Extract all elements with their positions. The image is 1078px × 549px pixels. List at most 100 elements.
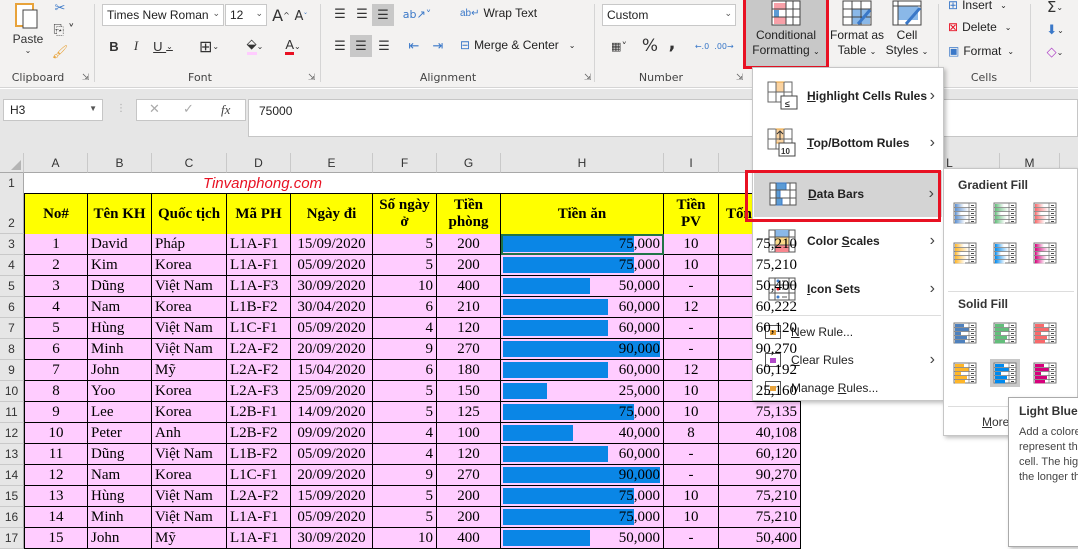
grow-font-button[interactable]: A ^: [272, 5, 290, 25]
table-cell[interactable]: 2: [24, 255, 88, 276]
fill-color-button[interactable]: ⬙ ⌄: [240, 36, 270, 56]
table-cell[interactable]: 270: [437, 465, 501, 486]
table-cell[interactable]: 5: [373, 402, 437, 423]
table-cell[interactable]: Minh: [88, 507, 152, 528]
row-header-3[interactable]: 3: [0, 234, 24, 255]
decrease-decimal-button[interactable]: .00→: [714, 36, 734, 56]
table-cell[interactable]: 9: [373, 465, 437, 486]
wrap-text-button[interactable]: ab↵ Wrap Text: [460, 6, 537, 20]
increase-indent-button[interactable]: ⇥: [428, 36, 448, 56]
header-cell[interactable]: Mã PH: [227, 193, 291, 235]
insert-cells-button[interactable]: ⊞ Insert ⌄: [948, 0, 1007, 12]
table-cell[interactable]: 3: [24, 276, 88, 297]
table-cell[interactable]: 05/09/2020: [291, 255, 373, 276]
table-cell[interactable]: 20/09/2020: [291, 339, 373, 360]
font-size-combo[interactable]: 12 ⌄: [225, 4, 267, 26]
format-as-table-button[interactable]: Format as Table ⌄: [828, 0, 886, 66]
table-cell[interactable]: Việt Nam: [152, 486, 227, 507]
table-cell[interactable]: Minh: [88, 339, 152, 360]
row-header-7[interactable]: 7: [0, 318, 24, 339]
conditional-formatting-button[interactable]: Conditional Formatting ⌄: [746, 0, 826, 66]
table-cell[interactable]: 150: [437, 381, 501, 402]
table-cell[interactable]: 75,210: [719, 255, 801, 276]
table-cell[interactable]: 200: [437, 486, 501, 507]
row-header-2[interactable]: 2: [0, 193, 24, 234]
table-cell[interactable]: Việt Nam: [152, 276, 227, 297]
table-cell[interactable]: 120: [437, 444, 501, 465]
comma-button[interactable]: ,: [664, 32, 680, 54]
table-cell[interactable]: 6: [373, 297, 437, 318]
header-cell[interactable]: Số ngày ở: [373, 193, 437, 235]
header-cell[interactable]: Tiền PV: [664, 193, 719, 235]
gradient-fill-green-swatch[interactable]: [990, 199, 1020, 227]
alignment-launcher-icon[interactable]: ⇲: [584, 73, 592, 83]
font-name-combo[interactable]: Times New Roman ⌄: [102, 4, 224, 26]
table-cell[interactable]: L1A-F1: [227, 528, 291, 549]
table-cell[interactable]: 125: [437, 402, 501, 423]
table-cell[interactable]: 15/09/2020: [291, 486, 373, 507]
table-cell[interactable]: 1: [24, 234, 88, 255]
row-header-6[interactable]: 6: [0, 297, 24, 318]
number-format-combo[interactable]: Custom ⌄: [602, 4, 736, 26]
column-header-F[interactable]: F: [373, 153, 437, 173]
bottom-align-button[interactable]: ☰: [372, 4, 394, 26]
data-bar-cell[interactable]: 40,000: [501, 423, 664, 444]
data-bar-cell[interactable]: 75,000: [501, 402, 664, 423]
row-header-13[interactable]: 13: [0, 444, 24, 465]
table-cell[interactable]: 180: [437, 360, 501, 381]
column-header-A[interactable]: A: [24, 153, 88, 173]
table-cell[interactable]: -: [664, 444, 719, 465]
table-cell[interactable]: L2A-F2: [227, 339, 291, 360]
header-cell[interactable]: Quốc tịch: [152, 193, 227, 235]
decrease-indent-button[interactable]: ⇤: [404, 36, 424, 56]
delete-cells-button[interactable]: ⊠ Delete ⌄: [948, 20, 1011, 34]
data-bar-cell[interactable]: 25,000: [501, 381, 664, 402]
table-cell[interactable]: -: [664, 528, 719, 549]
shrink-font-button[interactable]: Aˇ: [293, 7, 309, 25]
table-cell[interactable]: 5: [373, 507, 437, 528]
row-header-14[interactable]: 14: [0, 465, 24, 486]
table-cell[interactable]: L2A-F3: [227, 381, 291, 402]
clipboard-launcher-icon[interactable]: ⇲: [82, 73, 90, 83]
table-cell[interactable]: 30/09/2020: [291, 276, 373, 297]
table-cell[interactable]: 12: [24, 465, 88, 486]
table-cell[interactable]: John: [88, 528, 152, 549]
table-cell[interactable]: 75,210: [719, 234, 801, 255]
table-cell[interactable]: Hùng: [88, 318, 152, 339]
column-header-I[interactable]: I: [664, 153, 719, 173]
table-cell[interactable]: 400: [437, 276, 501, 297]
table-cell[interactable]: Korea: [152, 465, 227, 486]
table-cell[interactable]: 5: [373, 486, 437, 507]
row-header-1[interactable]: 1: [0, 173, 24, 194]
table-cell[interactable]: 6: [24, 339, 88, 360]
menu-item-data-bars[interactable]: Data Bars ›: [754, 171, 942, 217]
data-bar-cell[interactable]: 75,000: [501, 507, 664, 528]
table-cell[interactable]: -: [664, 339, 719, 360]
table-cell[interactable]: Korea: [152, 381, 227, 402]
solid-fill-light-blue-swatch[interactable]: [990, 359, 1020, 387]
table-cell[interactable]: 200: [437, 255, 501, 276]
gradient-fill-light-blue-swatch[interactable]: [990, 239, 1020, 267]
table-cell[interactable]: 60,120: [719, 318, 801, 339]
table-cell[interactable]: David: [88, 234, 152, 255]
cell-styles-button[interactable]: Cell Styles ⌄: [884, 0, 930, 66]
table-cell[interactable]: 90,270: [719, 339, 801, 360]
column-header-B[interactable]: B: [88, 153, 152, 173]
header-cell[interactable]: No#: [24, 193, 88, 235]
table-cell[interactable]: 75,210: [719, 486, 801, 507]
table-cell[interactable]: L2B-F1: [227, 402, 291, 423]
cut-icon[interactable]: ✂: [50, 0, 70, 16]
table-cell[interactable]: 15: [24, 528, 88, 549]
table-cell[interactable]: -: [664, 276, 719, 297]
align-center-button[interactable]: ☰: [350, 35, 372, 57]
table-cell[interactable]: 10: [373, 528, 437, 549]
table-cell[interactable]: Korea: [152, 297, 227, 318]
sheet-title[interactable]: Tinvanphong.com: [24, 173, 501, 194]
row-header-17[interactable]: 17: [0, 528, 24, 549]
row-header-16[interactable]: 16: [0, 507, 24, 528]
data-bar-cell[interactable]: 90,000: [501, 465, 664, 486]
column-header-H[interactable]: H: [501, 153, 664, 173]
table-cell[interactable]: -: [664, 318, 719, 339]
table-cell[interactable]: 25/09/2020: [291, 381, 373, 402]
table-cell[interactable]: 8: [24, 381, 88, 402]
